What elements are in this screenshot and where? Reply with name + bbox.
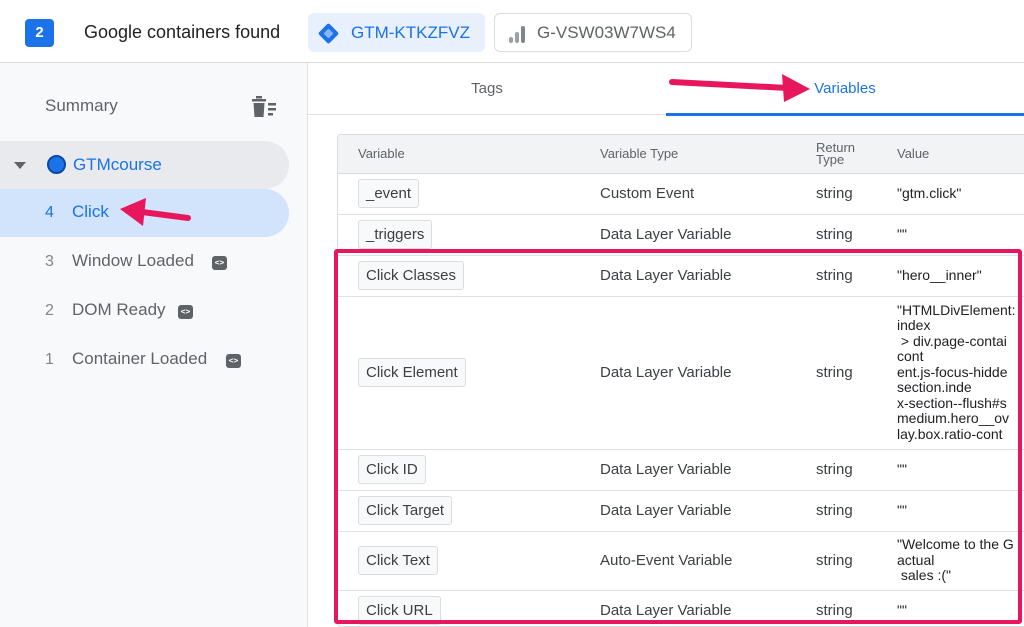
return-type-cell: string [796, 531, 877, 591]
table-row[interactable]: Click Text Auto-Event Variable string "W… [338, 531, 1024, 591]
event-name: Click [72, 202, 109, 221]
variable-type-cell: Data Layer Variable [580, 296, 796, 450]
return-type-cell: string [796, 590, 877, 626]
column-header-value: Value [877, 135, 1024, 174]
return-type-cell: string [796, 255, 877, 297]
variable-name-chip[interactable]: Click Text [358, 546, 438, 575]
table-header-row: Variable Variable Type Return Type Value [338, 135, 1024, 174]
table-row[interactable]: Click Target Data Layer Variable string … [338, 490, 1024, 532]
event-name: DOM Ready [72, 300, 166, 319]
variable-type-cell: Data Layer Variable [580, 449, 796, 491]
variable-type-cell: Data Layer Variable [580, 214, 796, 256]
variable-name-chip[interactable]: Click Element [358, 358, 466, 387]
value-cell: "" [877, 590, 1024, 626]
event-item-click[interactable]: 4 Click [0, 189, 289, 237]
table-row[interactable]: _event Custom Event string "gtm.click" [338, 173, 1024, 215]
gtm-container-id: GTM-KTKZFVZ [351, 23, 470, 42]
value-cell: "" [877, 214, 1024, 256]
container-count-badge: 2 [25, 19, 54, 47]
tab-bar: Tags Variables [308, 63, 1024, 116]
container-group-row[interactable]: GTMcourse [0, 141, 289, 189]
event-number: 2 [45, 302, 54, 319]
table-row[interactable]: Click URL Data Layer Variable string "" [338, 590, 1024, 626]
value-cell: "" [877, 449, 1024, 491]
column-header-variable-type: Variable Type [580, 135, 796, 174]
tab-variables[interactable]: Variables [666, 63, 1024, 116]
variable-type-cell: Data Layer Variable [580, 255, 796, 297]
column-header-variable: Variable [338, 135, 580, 174]
column-header-return-type: Return Type [796, 135, 877, 174]
container-name: GTMcourse [73, 155, 162, 174]
table-row[interactable]: Click Element Data Layer Variable string… [338, 296, 1024, 450]
variable-name-chip[interactable]: _event [358, 179, 420, 208]
variable-name-chip[interactable]: Click URL [358, 596, 441, 625]
containers-found-label: Google containers found [84, 22, 281, 42]
event-name: Window Loaded [72, 251, 194, 270]
tab-tags[interactable]: Tags [308, 63, 666, 115]
return-type-cell: string [796, 490, 877, 532]
return-type-cell: string [796, 296, 877, 450]
variable-type-cell: Custom Event [580, 173, 796, 215]
ga-container-chip[interactable]: G-VSW03W7WS4 [494, 13, 692, 52]
event-number: 1 [45, 351, 54, 368]
value-cell: "hero__inner" [877, 255, 1024, 297]
event-item-window-loaded[interactable]: 3 Window Loaded <> [0, 238, 289, 286]
value-cell: "Welcome to the G actual sales :(" [877, 531, 1024, 591]
variable-name-chip[interactable]: Click Target [358, 496, 453, 525]
top-bar: 2 Google containers found GTM-KTKZFVZ G-… [0, 0, 1024, 63]
container-dot-icon [47, 155, 66, 174]
event-number: 4 [45, 204, 54, 221]
gtm-container-chip[interactable]: GTM-KTKZFVZ [308, 13, 485, 52]
variable-type-cell: Data Layer Variable [580, 490, 796, 532]
variable-type-cell: Auto-Event Variable [580, 531, 796, 591]
value-cell: "HTMLDivElement: index > div.page-contai… [877, 296, 1024, 450]
code-icon: <> [212, 256, 227, 270]
code-icon: <> [226, 354, 241, 368]
variable-name-chip[interactable]: _triggers [358, 220, 433, 249]
clear-history-icon[interactable] [251, 96, 277, 118]
table-row[interactable]: Click ID Data Layer Variable string "" [338, 449, 1024, 491]
analytics-bars-icon [509, 26, 525, 43]
return-type-cell: string [796, 449, 877, 491]
value-cell: "" [877, 490, 1024, 532]
variable-name-chip[interactable]: Click Classes [358, 261, 465, 290]
return-type-cell: string [796, 214, 877, 256]
variables-table: Variable Variable Type Return Type Value… [337, 134, 1024, 627]
summary-label[interactable]: Summary [45, 96, 118, 116]
table-row[interactable]: _triggers Data Layer Variable string "" [338, 214, 1024, 256]
ga-container-id: G-VSW03W7WS4 [537, 23, 676, 42]
caret-down-icon[interactable] [14, 162, 26, 169]
event-number: 3 [45, 253, 54, 270]
table-row[interactable]: Click Classes Data Layer Variable string… [338, 255, 1024, 297]
variable-name-chip[interactable]: Click ID [358, 455, 426, 484]
value-cell: "gtm.click" [877, 173, 1024, 215]
sidebar: Summary GTMcourse 4 Click 3 Window Loade… [0, 63, 308, 627]
gtm-diamond-icon [317, 22, 340, 45]
code-icon: <> [178, 305, 193, 319]
return-type-cell: string [796, 173, 877, 215]
variable-type-cell: Data Layer Variable [580, 590, 796, 626]
event-item-dom-ready[interactable]: 2 DOM Ready <> [0, 287, 289, 335]
event-name: Container Loaded [72, 349, 208, 368]
event-item-container-loaded[interactable]: 1 Container Loaded <> [0, 336, 289, 384]
